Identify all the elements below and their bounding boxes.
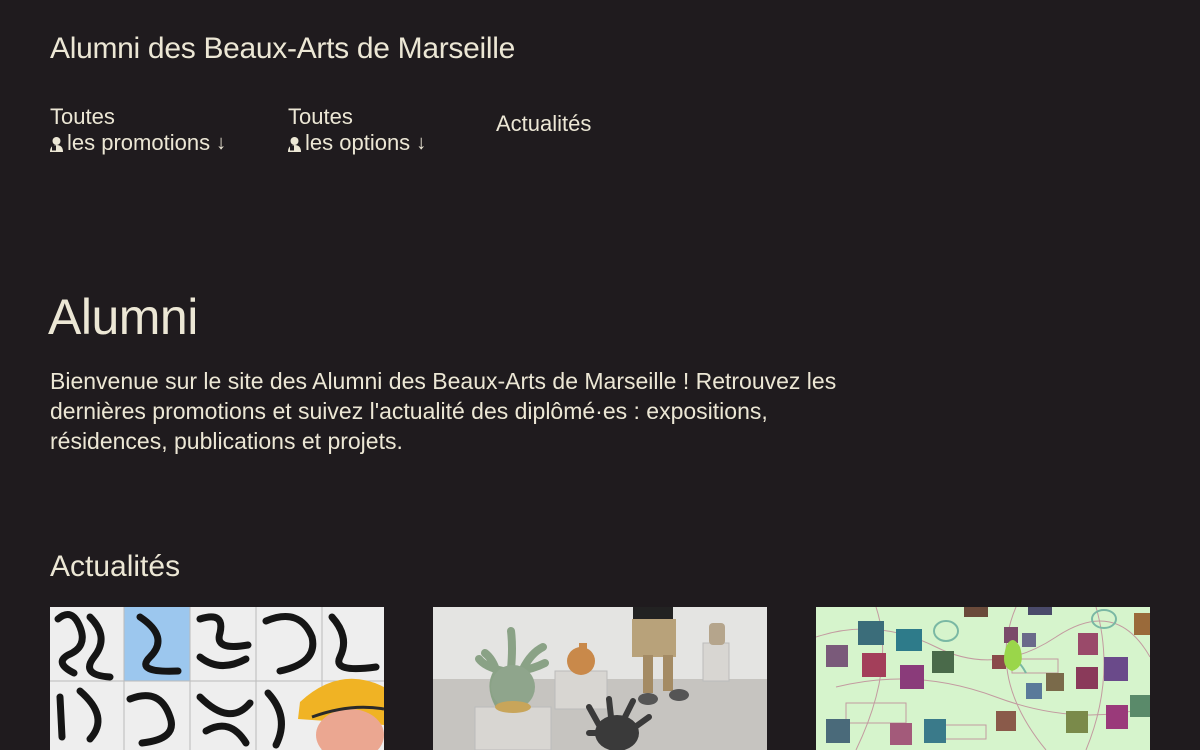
person-icon xyxy=(288,136,301,152)
news-card-1-image xyxy=(50,607,384,750)
nav-promotions-line1: Toutes xyxy=(50,104,115,129)
nav-options-label: les options xyxy=(305,130,411,155)
news-card-3[interactable] xyxy=(816,607,1150,750)
news-card-2[interactable] xyxy=(433,607,767,750)
news-card-1[interactable] xyxy=(50,607,384,750)
nav-options-line1: Toutes xyxy=(288,104,353,129)
nav-all-options[interactable]: Toutes les options ↓ xyxy=(288,104,496,156)
news-section-title: Actualités xyxy=(50,550,181,583)
news-card-2-image xyxy=(433,607,767,750)
nav-actualites[interactable]: Actualités xyxy=(496,104,591,137)
news-card-3-image xyxy=(816,607,1150,750)
main-nav: Toutes les promotions ↓ Toutes les optio… xyxy=(50,104,591,156)
page-title: Alumni xyxy=(48,289,198,345)
nav-all-promotions[interactable]: Toutes les promotions ↓ xyxy=(50,104,288,156)
person-icon xyxy=(50,136,63,152)
arrow-down-icon: ↓ xyxy=(216,132,227,154)
arrow-down-icon: ↓ xyxy=(416,132,427,154)
page: Alumni des Beaux-Arts de Marseille Toute… xyxy=(0,0,1200,750)
intro-text: Bienvenue sur le site des Alumni des Bea… xyxy=(50,368,837,454)
site-title[interactable]: Alumni des Beaux-Arts de Marseille xyxy=(50,32,515,66)
nav-promotions-label: les promotions xyxy=(67,130,211,155)
